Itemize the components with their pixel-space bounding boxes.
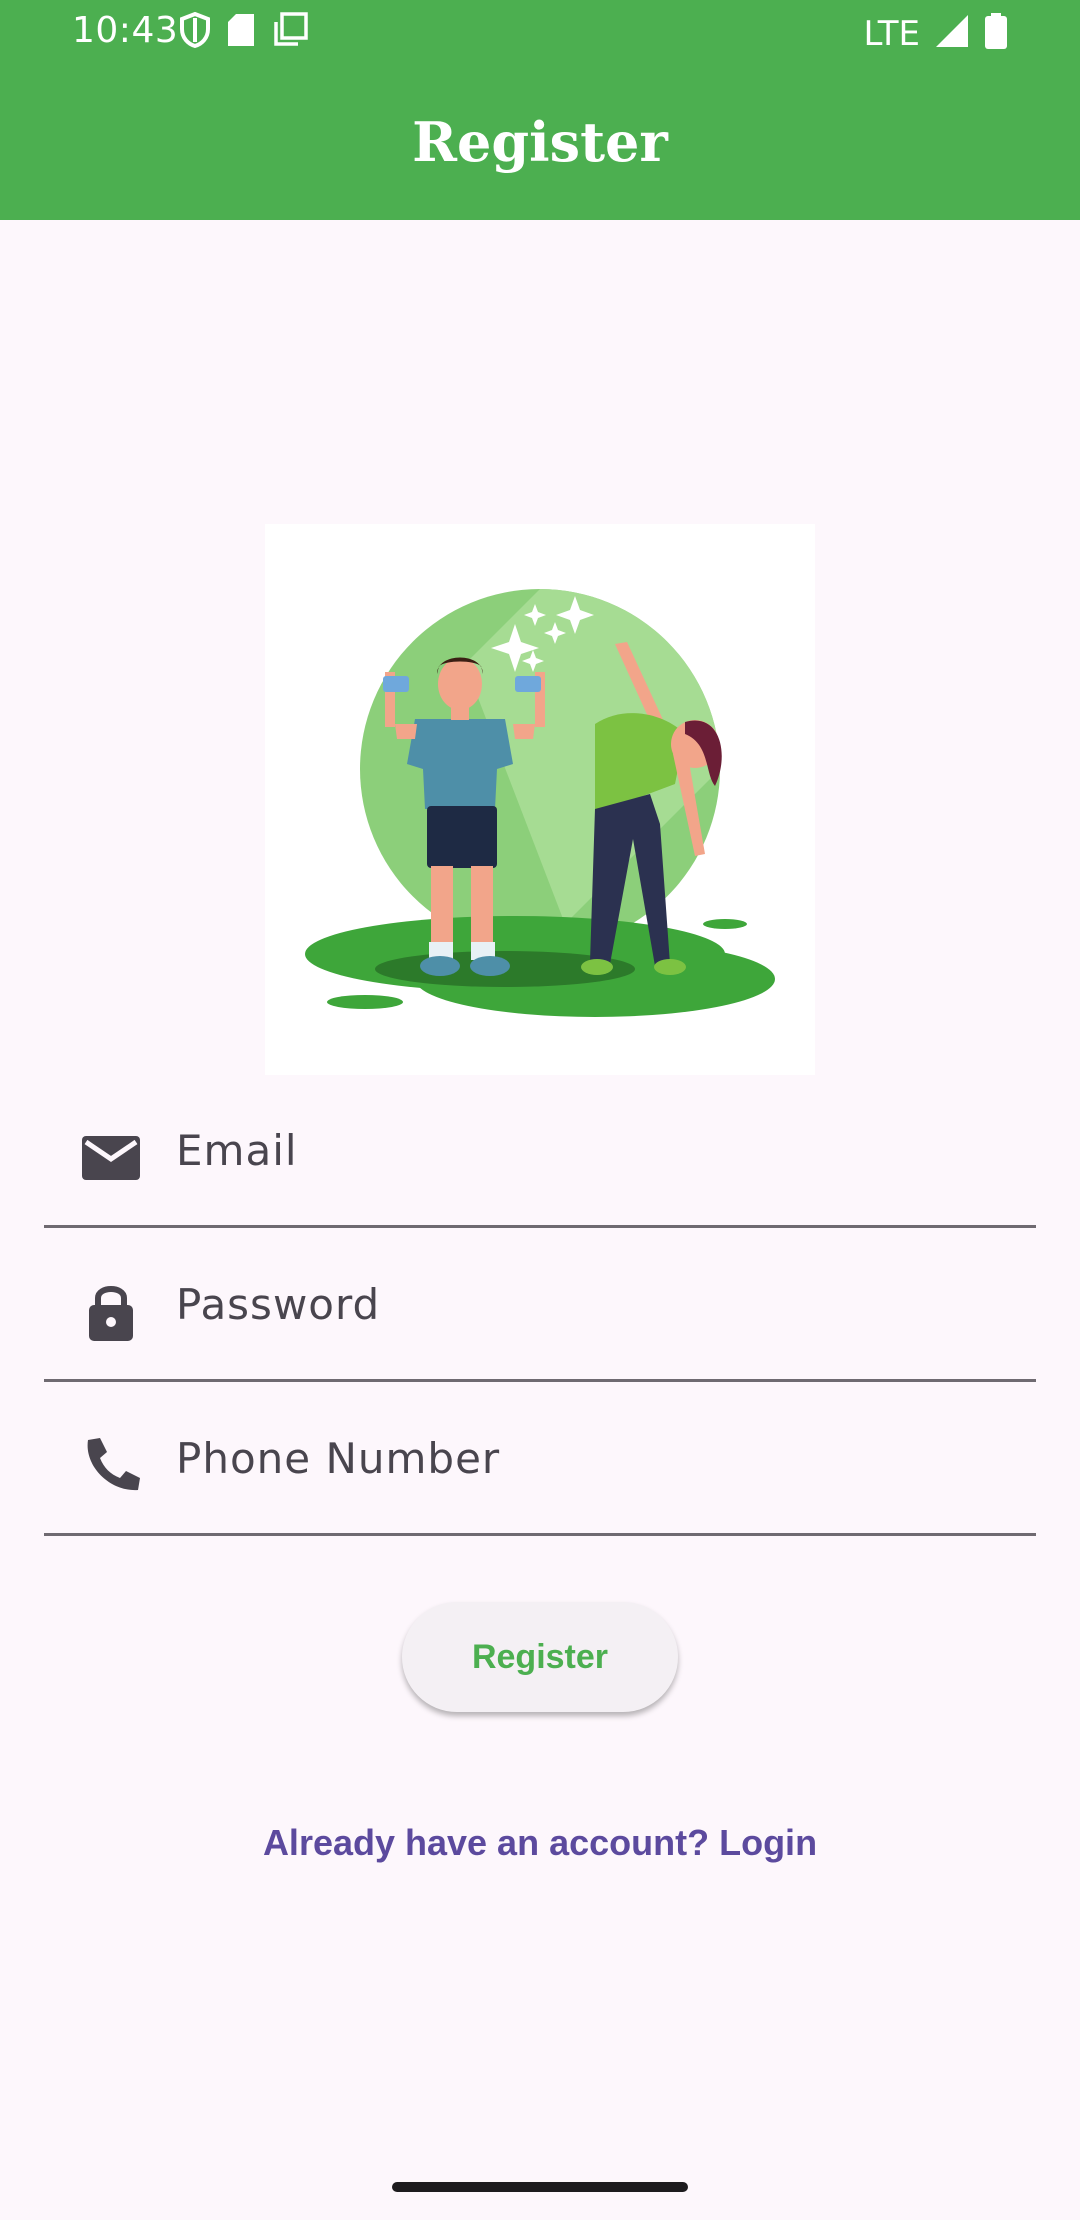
register-button[interactable]: Register bbox=[402, 1602, 678, 1712]
email-field[interactable] bbox=[44, 1074, 1036, 1228]
phone-icon bbox=[80, 1434, 142, 1496]
home-gesture-bar[interactable] bbox=[392, 2182, 688, 2192]
email-icon bbox=[80, 1126, 142, 1188]
copy-icon bbox=[272, 12, 308, 53]
signal-icon bbox=[934, 13, 970, 54]
app-header: 10:43 LTE Register bbox=[0, 0, 1080, 220]
shield-icon bbox=[180, 11, 210, 53]
password-field[interactable] bbox=[44, 1228, 1036, 1382]
email-input[interactable] bbox=[176, 1110, 996, 1190]
fitness-couple-illustration bbox=[265, 524, 815, 1075]
status-left-icons bbox=[180, 11, 308, 53]
password-input[interactable] bbox=[176, 1264, 996, 1344]
status-right-icons: LTE bbox=[863, 12, 1008, 55]
network-type: LTE bbox=[863, 13, 920, 54]
lock-icon bbox=[80, 1280, 142, 1342]
sd-card-icon bbox=[226, 12, 256, 53]
status-time: 10:43 bbox=[72, 10, 179, 51]
status-bar: 10:43 LTE bbox=[0, 0, 1080, 64]
battery-icon bbox=[984, 12, 1008, 55]
login-link[interactable]: Already have an account? Login bbox=[0, 1822, 1080, 1864]
phone-field[interactable] bbox=[44, 1382, 1036, 1536]
page-title: Register bbox=[412, 110, 668, 174]
phone-input[interactable] bbox=[176, 1418, 996, 1498]
